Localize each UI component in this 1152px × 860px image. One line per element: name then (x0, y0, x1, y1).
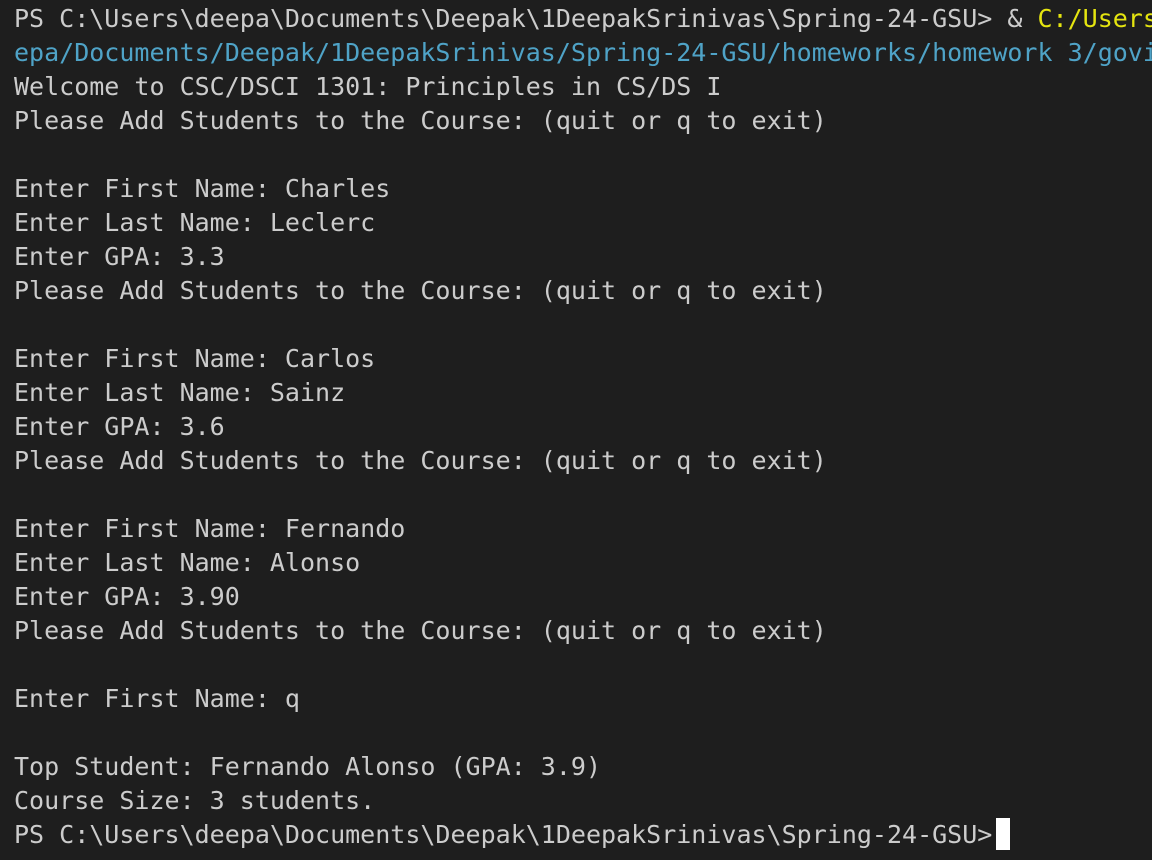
gpa-line: Enter GPA: 3.6 (14, 412, 225, 441)
first-name-line: Enter First Name: Fernando (14, 514, 406, 543)
add-students-prompt: Please Add Students to the Course: (quit… (14, 106, 827, 135)
command-operator: & (1007, 4, 1038, 33)
add-students-prompt: Please Add Students to the Course: (quit… (14, 616, 827, 645)
top-student-line: Top Student: Fernando Alonso (GPA: 3.9) (14, 752, 601, 781)
add-students-prompt: Please Add Students to the Course: (quit… (14, 446, 827, 475)
final-prompt-line[interactable]: PS C:\Users\deepa\Documents\Deepak\1Deep… (14, 818, 1152, 852)
final-prompt-text: PS C:\Users\deepa\Documents\Deepak\1Deep… (14, 820, 993, 849)
cursor-block (996, 818, 1011, 850)
course-size-line: Course Size: 3 students. (14, 786, 376, 815)
add-students-prompt: Please Add Students to the Course: (quit… (14, 276, 827, 305)
terminal-window[interactable]: PS C:\Users\deepa\Documents\Deepak\1Deep… (0, 0, 1152, 860)
gpa-line: Enter GPA: 3.90 (14, 582, 240, 611)
quit-entry-line: Enter First Name: q (14, 684, 300, 713)
first-name-line: Enter First Name: Charles (14, 174, 391, 203)
command-line: PS C:\Users\deepa\Documents\Deepak\1Deep… (14, 2, 1152, 36)
command-continuation: epa/Documents/Deepak/1DeepakSrinivas/Spr… (14, 38, 1152, 67)
first-name-line: Enter First Name: Carlos (14, 344, 376, 373)
command-path: C:/Users (1037, 4, 1152, 33)
gpa-line: Enter GPA: 3.3 (14, 242, 225, 271)
prompt-text: PS C:\Users\deepa\Documents\Deepak\1Deep… (14, 4, 1008, 33)
last-name-line: Enter Last Name: Alonso (14, 548, 361, 577)
welcome-line: Welcome to CSC/DSCI 1301: Principles in … (14, 72, 722, 101)
last-name-line: Enter Last Name: Sainz (14, 378, 346, 407)
last-name-line: Enter Last Name: Leclerc (14, 208, 376, 237)
